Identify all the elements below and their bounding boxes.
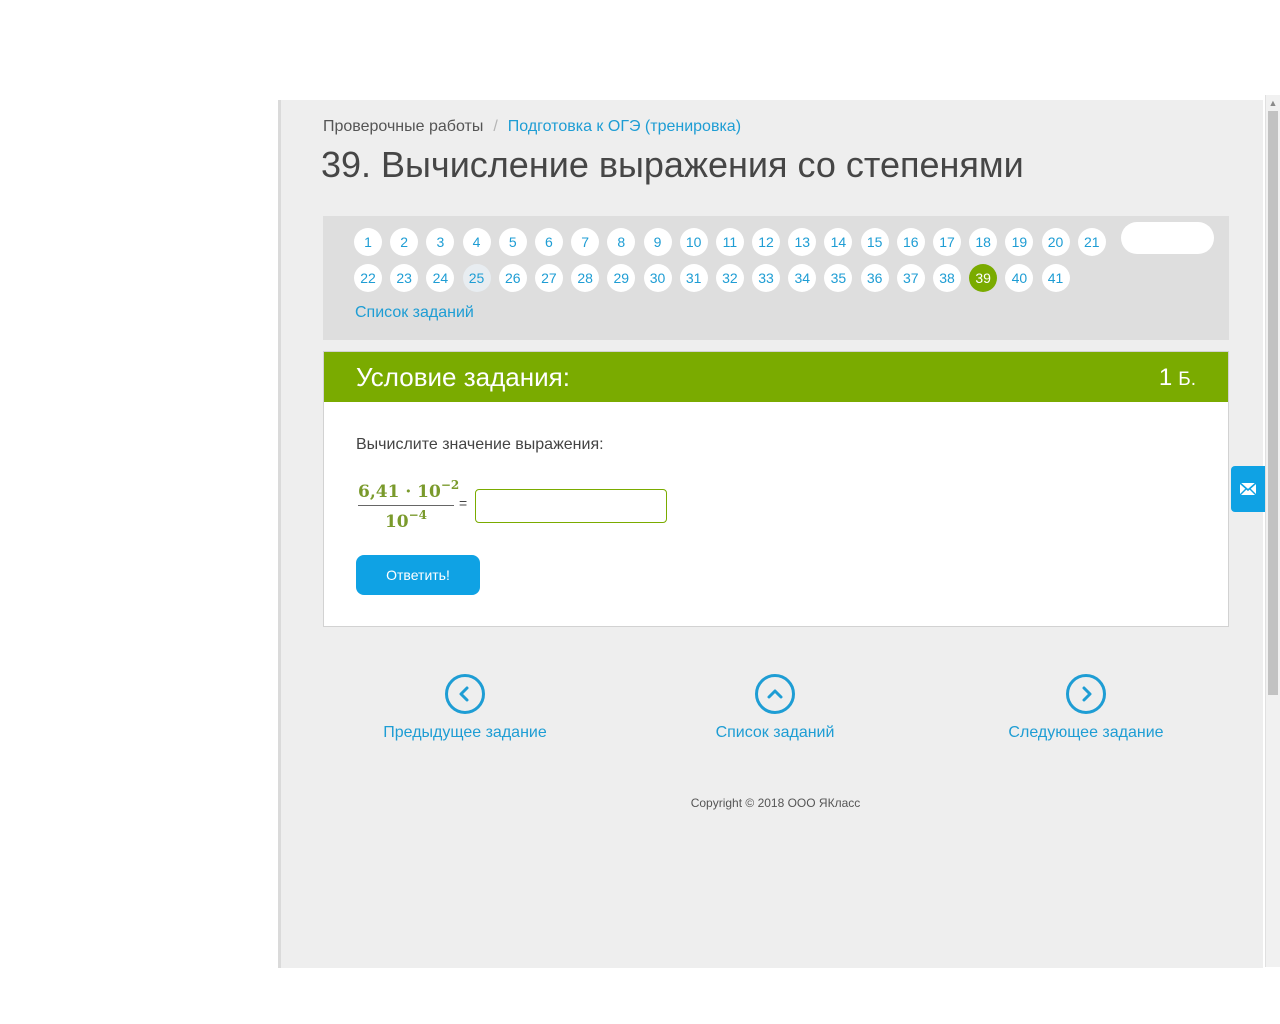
task-number-21[interactable]: 21 xyxy=(1077,228,1106,256)
task-number-29[interactable]: 29 xyxy=(607,264,636,292)
task-number-38[interactable]: 38 xyxy=(933,264,961,292)
submit-answer-button[interactable]: Ответить! xyxy=(356,555,480,595)
previous-task-link[interactable]: Предыдущее задание xyxy=(377,674,553,742)
envelope-icon xyxy=(1239,482,1257,496)
task-number-10[interactable]: 10 xyxy=(679,228,708,256)
expression-numerator: 6,41 · 10−2 xyxy=(358,478,459,502)
equals-sign: = xyxy=(459,495,468,511)
numerator-base: 6,41 · 10 xyxy=(358,482,441,502)
task-list-bottom-link[interactable]: Список заданий xyxy=(711,674,839,742)
task-number-9[interactable]: 9 xyxy=(643,228,672,256)
denominator-base: 10 xyxy=(384,512,409,532)
page-title: 39. Вычисление выражения со степенями xyxy=(321,144,1024,185)
denominator-exponent: −4 xyxy=(408,508,428,522)
task-navigation-panel: 1 2 3 4 5 6 7 8 9 10 11 12 13 14 15 16 17 18 19 20 21 22 23 24… xyxy=(323,216,1229,340)
task-number-row-1: 1 2 3 4 5 6 7 8 9 10 11 12 13 14 15 16 17 18 19 20 21 xyxy=(354,228,1114,256)
task-number-26[interactable]: 26 xyxy=(498,264,527,292)
task-number-20[interactable]: 20 xyxy=(1041,228,1070,256)
task-number-15[interactable]: 15 xyxy=(860,228,889,256)
breadcrumb: Проверочные работы / Подготовка к ОГЭ (тре… xyxy=(323,118,741,136)
chevron-left-circle-icon xyxy=(445,674,485,714)
task-number-7[interactable]: 7 xyxy=(571,228,600,256)
task-number-39[interactable]: 39 xyxy=(969,264,998,292)
scrollbar-thumb[interactable] xyxy=(1268,111,1278,695)
numerator-exponent: −2 xyxy=(440,478,460,492)
task-number-17[interactable]: 17 xyxy=(933,228,961,256)
task-number-33[interactable]: 33 xyxy=(752,264,781,292)
task-number-8[interactable]: 8 xyxy=(607,228,636,256)
task-number-40[interactable]: 40 xyxy=(1005,264,1034,292)
copyright: Copyright © 2018 ООО ЯКласс xyxy=(690,796,861,810)
task-number-37[interactable]: 37 xyxy=(896,264,925,292)
task-number-35[interactable]: 35 xyxy=(824,264,853,292)
next-task-link[interactable]: Следующее задание xyxy=(1003,674,1169,742)
expression-denominator: 10−4 xyxy=(358,508,454,532)
feedback-button[interactable] xyxy=(1231,466,1265,512)
task-number-24[interactable]: 24 xyxy=(426,264,455,292)
next-task-label: Следующее задание xyxy=(1008,724,1164,741)
task-number-30[interactable]: 30 xyxy=(643,264,672,292)
task-list-bottom-label: Список заданий xyxy=(715,724,835,741)
task-number-19[interactable]: 19 xyxy=(1005,228,1034,256)
breadcrumb-root[interactable]: Проверочные работы xyxy=(323,118,483,135)
breadcrumb-separator: / xyxy=(493,118,498,135)
chevron-up-circle-icon xyxy=(755,674,795,714)
task-number-22[interactable]: 22 xyxy=(354,264,382,292)
task-number-6[interactable]: 6 xyxy=(534,228,563,256)
task-number-41[interactable]: 41 xyxy=(1041,264,1070,292)
task-number-1[interactable]: 1 xyxy=(354,228,382,256)
paint-blot xyxy=(1121,222,1214,254)
task-number-14[interactable]: 14 xyxy=(824,228,853,256)
scroll-up-arrow-icon[interactable]: ▲ xyxy=(1266,97,1280,109)
previous-task-label: Предыдущее задание xyxy=(383,724,547,741)
task-statement: Вычислите значение выражения: xyxy=(356,436,604,453)
task-number-32[interactable]: 32 xyxy=(715,264,744,292)
task-number-row-2: 22 23 24 25 26 27 28 29 30 31 32 33 34 35 36 37 38 39 40 41 xyxy=(354,264,1078,292)
task-number-3[interactable]: 3 xyxy=(426,228,455,256)
chevron-right-circle-icon xyxy=(1066,674,1106,714)
task-number-25[interactable]: 25 xyxy=(462,264,491,292)
task-number-28[interactable]: 28 xyxy=(571,264,600,292)
fraction-bar xyxy=(358,505,454,506)
task-points: 1 Б. xyxy=(1159,364,1196,392)
task-header: Условие задания: 1 Б. xyxy=(324,352,1228,402)
task-number-16[interactable]: 16 xyxy=(896,228,925,256)
vertical-scrollbar[interactable]: ▲ xyxy=(1265,95,1280,967)
task-number-2[interactable]: 2 xyxy=(390,228,419,256)
task-card: Условие задания: 1 Б. Вычислите значение … xyxy=(323,351,1229,627)
math-expression: 6,41 · 10−2 10−4 xyxy=(358,478,459,532)
task-header-title: Условие задания: xyxy=(356,362,570,392)
task-number-4[interactable]: 4 xyxy=(462,228,491,256)
task-number-31[interactable]: 31 xyxy=(679,264,708,292)
task-points-value: 1 xyxy=(1158,364,1173,391)
task-number-27[interactable]: 27 xyxy=(534,264,563,292)
task-number-13[interactable]: 13 xyxy=(788,228,817,256)
breadcrumb-current-link[interactable]: Подготовка к ОГЭ (тренировка) xyxy=(508,118,741,135)
task-number-18[interactable]: 18 xyxy=(969,228,998,256)
task-number-34[interactable]: 34 xyxy=(788,264,817,292)
task-number-5[interactable]: 5 xyxy=(498,228,527,256)
page-content: Проверочные работы / Подготовка к ОГЭ (тре… xyxy=(278,100,1263,968)
task-number-11[interactable]: 11 xyxy=(715,228,744,256)
task-number-23[interactable]: 23 xyxy=(390,264,419,292)
task-number-36[interactable]: 36 xyxy=(860,264,889,292)
answer-input[interactable] xyxy=(475,489,667,523)
task-points-unit: Б. xyxy=(1178,369,1196,390)
task-list-link[interactable]: Список заданий xyxy=(355,304,474,322)
task-number-12[interactable]: 12 xyxy=(752,228,781,256)
